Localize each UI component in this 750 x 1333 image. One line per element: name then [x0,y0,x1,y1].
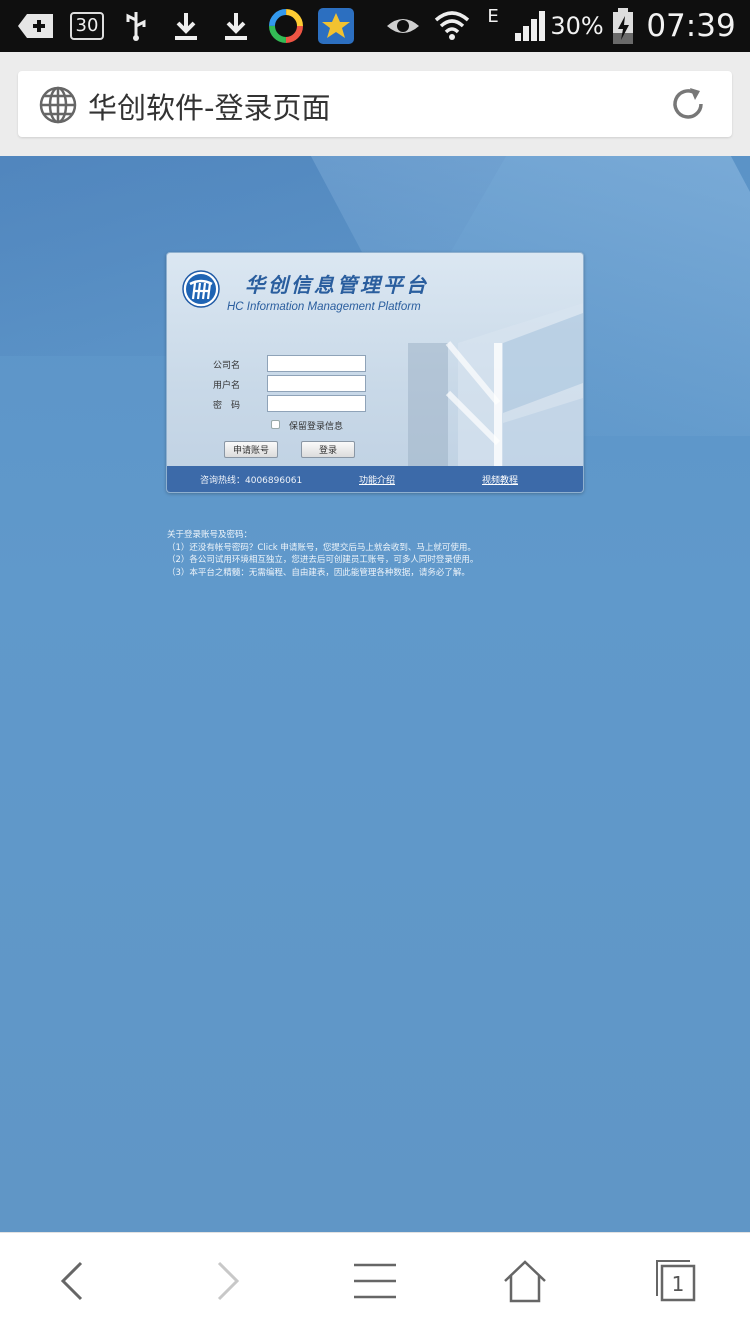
star-app-icon [316,0,356,52]
home-button[interactable] [490,1251,560,1311]
forward-button[interactable] [193,1251,263,1311]
home-icon [504,1260,546,1303]
status-bar: 30 E 30% 07:39 [0,0,750,52]
password-label: 密 码 [213,401,241,411]
globe-icon [38,85,78,129]
eye-icon [384,0,422,52]
brand-title-cn: 华创信息管理平台 [245,273,429,297]
app-icon [267,0,305,52]
login-button[interactable]: 登录 [301,441,355,458]
download-icon [220,0,252,52]
remember-label: 保留登录信息 [289,422,344,432]
features-link[interactable]: 功能介绍 [359,473,395,486]
browser-toolbar: 华创软件-登录页面 [0,52,750,156]
back-icon [60,1261,83,1301]
battery-percent: 30% [550,12,604,40]
clock: 07:39 [646,8,736,44]
forward-icon [217,1261,240,1301]
video-tutorial-link[interactable]: 视频教程 [482,473,518,486]
hotline: 咨询热线：4006896061 [200,476,303,486]
hc-logo-icon [182,270,220,308]
web-page: 华创信息管理平台 HC Information Management Platf… [0,156,750,1232]
notification-count: 30 [69,12,105,40]
usb-icon [120,0,152,52]
notes-line: （1）还没有帐号密码？Click 申请账号，您提交后马上就会收到、马上就可使用。 [167,542,476,553]
username-input[interactable] [267,375,366,392]
remember-checkbox[interactable] [271,420,280,429]
company-input[interactable] [267,355,366,372]
add-icon [16,0,56,52]
browser-bottom-bar: 1 [0,1232,750,1333]
menu-button[interactable] [340,1251,410,1311]
notification-count-icon: 30 [68,0,106,52]
tab-count: 1 [671,1272,685,1296]
panel-footer: 咨询热线：4006896061 功能介绍 视频教程 [167,466,583,492]
login-panel: 华创信息管理平台 HC Information Management Platf… [166,252,584,493]
download-icon [170,0,202,52]
address-bar[interactable]: 华创软件-登录页面 [18,71,732,137]
battery-charging-icon [608,0,638,52]
tabs-button[interactable]: 1 [640,1251,710,1311]
page-title: 华创软件-登录页面 [88,91,331,125]
notes-line: （3）本平台之精髓：无需编程、自由建表，因此能管理各种数据，请务必了解。 [167,567,470,578]
apply-account-button[interactable]: 申请账号 [224,441,278,458]
brand-title-en: HC Information Management Platform [227,301,421,313]
back-button[interactable] [37,1251,107,1311]
menu-icon [354,1263,396,1299]
building-illustration [408,303,583,468]
refresh-icon[interactable] [668,84,708,128]
notes-heading: 关于登录账号及密码： [167,530,253,540]
company-label: 公司名 [213,361,241,371]
wifi-icon [432,0,472,52]
signal-icon [512,0,550,52]
username-label: 用户名 [213,381,241,391]
notes-line: （2）各公司试用环境相互独立，您进去后可创建员工账号，可多人同时登录使用。 [167,555,479,565]
login-notes: 关于登录账号及密码： （1）还没有帐号密码？Click 申请账号，您提交后马上就… [167,529,478,579]
password-input[interactable] [267,395,366,412]
network-type: E [487,6,499,27]
